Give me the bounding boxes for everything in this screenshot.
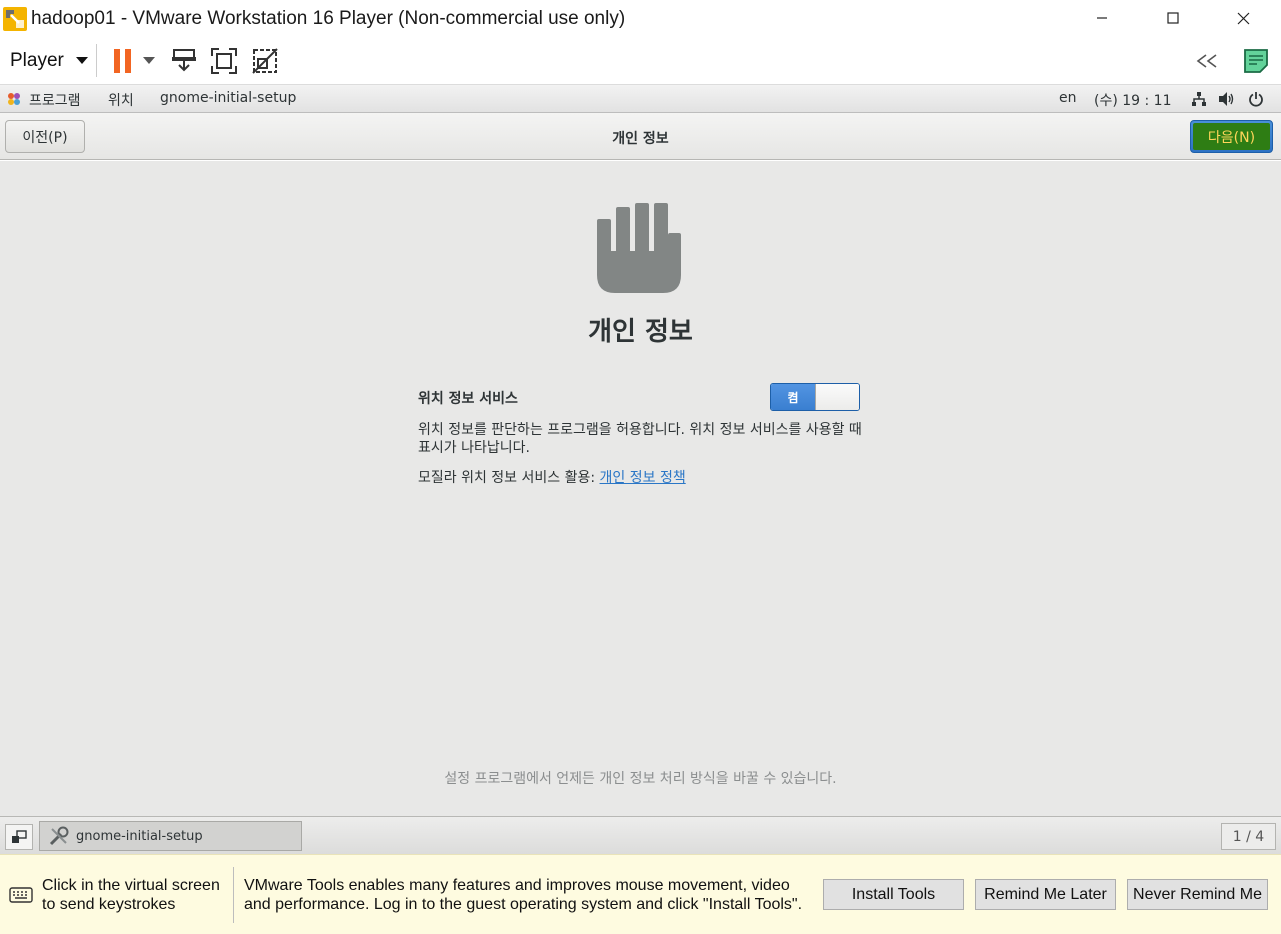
vmware-tools-notification: Click in the virtual screen to send keys… (0, 854, 1281, 934)
gnome-apps-icon (8, 93, 20, 105)
notification-divider (233, 867, 234, 923)
player-menu[interactable]: Player (10, 50, 88, 72)
setup-header-bar: 이전(P) 개인 정보 다음(N) (0, 113, 1281, 160)
places-menu[interactable]: 위치 (108, 90, 134, 110)
clock[interactable]: (수) 19 : 11 (1094, 90, 1172, 110)
setup-tools-icon (49, 826, 69, 846)
vmware-logo-icon (3, 7, 27, 31)
window-titlebar: hadoop01 - VMware Workstation 16 Player … (0, 0, 1281, 36)
header-title: 개인 정보 (612, 131, 669, 147)
location-service-description: 위치 정보를 판단하는 프로그램을 허용합니다. 위치 정보 서비스를 사용할 … (418, 422, 862, 456)
page-heading: 개인 정보 (588, 317, 693, 347)
toggle-knob (814, 384, 859, 410)
fullscreen-icon (211, 48, 237, 74)
applications-menu[interactable]: 프로그램 (29, 90, 81, 110)
pause-icon (114, 49, 131, 73)
power-icon[interactable] (1248, 91, 1264, 107)
unity-icon (252, 48, 278, 74)
toggle-on-label: 켬 (771, 384, 815, 410)
notes-icon (1244, 49, 1268, 73)
collapse-icon (1196, 54, 1217, 68)
send-ctrl-alt-del-icon (172, 49, 196, 72)
unity-button[interactable] (250, 46, 280, 76)
toolbar-divider (96, 44, 97, 77)
next-button[interactable]: 다음(N) (1190, 120, 1273, 153)
location-service-label: 위치 정보 서비스 (418, 391, 518, 407)
close-button[interactable] (1215, 0, 1271, 36)
show-desktop-button[interactable] (5, 824, 33, 850)
never-remind-button[interactable]: Never Remind Me (1127, 879, 1268, 910)
install-tools-button[interactable]: Install Tools (823, 879, 964, 910)
privacy-policy-link[interactable]: 개인 정보 정책 (600, 470, 686, 486)
footer-note: 설정 프로그램에서 언제든 개인 정보 처리 방식을 바꿀 수 있습니다. (444, 771, 837, 787)
taskbar-item-label: gnome-initial-setup (76, 828, 203, 844)
show-desktop-icon (12, 830, 27, 843)
gnome-bottom-panel: gnome-initial-setup 1 / 4 (0, 816, 1281, 854)
fullscreen-button[interactable] (209, 46, 239, 76)
remind-later-button[interactable]: Remind Me Later (975, 879, 1116, 910)
pause-options-button[interactable] (137, 46, 161, 76)
vmware-toolbar: Player (0, 36, 1281, 85)
next-button-label: 다음(N) (1193, 123, 1270, 150)
pause-button[interactable] (108, 46, 138, 76)
send-ctrl-alt-del-button[interactable] (169, 46, 199, 76)
window-title: hadoop01 - VMware Workstation 16 Player … (31, 8, 626, 29)
dropdown-arrow-icon (75, 57, 88, 64)
close-icon (1237, 12, 1249, 24)
notes-button[interactable] (1241, 46, 1271, 76)
collapse-toolbar-button[interactable] (1192, 46, 1222, 76)
vmware-tools-message: VMware Tools enables many features and i… (244, 877, 803, 913)
taskbar-item-gnome-initial-setup[interactable]: gnome-initial-setup (39, 821, 302, 851)
keystroke-hint: Click in the virtual screen to send keys… (42, 877, 220, 913)
privacy-policy-prefix: 모질라 위치 정보 서비스 활용: (418, 470, 600, 486)
maximize-icon (1167, 12, 1179, 24)
network-icon[interactable] (1191, 91, 1207, 107)
workspace-switcher[interactable]: 1 / 4 (1221, 823, 1276, 850)
maximize-button[interactable] (1145, 0, 1201, 36)
keyboard-layout-indicator[interactable]: en (1059, 90, 1077, 106)
keyboard-icon (9, 887, 33, 903)
minimize-icon (1097, 17, 1107, 19)
dropdown-arrow-icon (143, 57, 155, 64)
location-service-toggle[interactable]: 켬 (770, 383, 860, 411)
player-menu-label: Player (10, 50, 64, 71)
active-app-menu[interactable]: gnome-initial-setup (160, 90, 296, 106)
privacy-page: 개인 정보 위치 정보 서비스 켬 위치 정보를 판단하는 프로그램을 허용합니… (0, 161, 1281, 816)
privacy-policy-line: 모질라 위치 정보 서비스 활용: 개인 정보 정책 (418, 467, 686, 487)
minimize-button[interactable] (1074, 0, 1130, 36)
hand-stop-icon (597, 203, 681, 293)
gnome-top-panel: 프로그램 위치 gnome-initial-setup en (수) 19 : … (0, 85, 1281, 113)
volume-icon[interactable] (1218, 91, 1235, 107)
